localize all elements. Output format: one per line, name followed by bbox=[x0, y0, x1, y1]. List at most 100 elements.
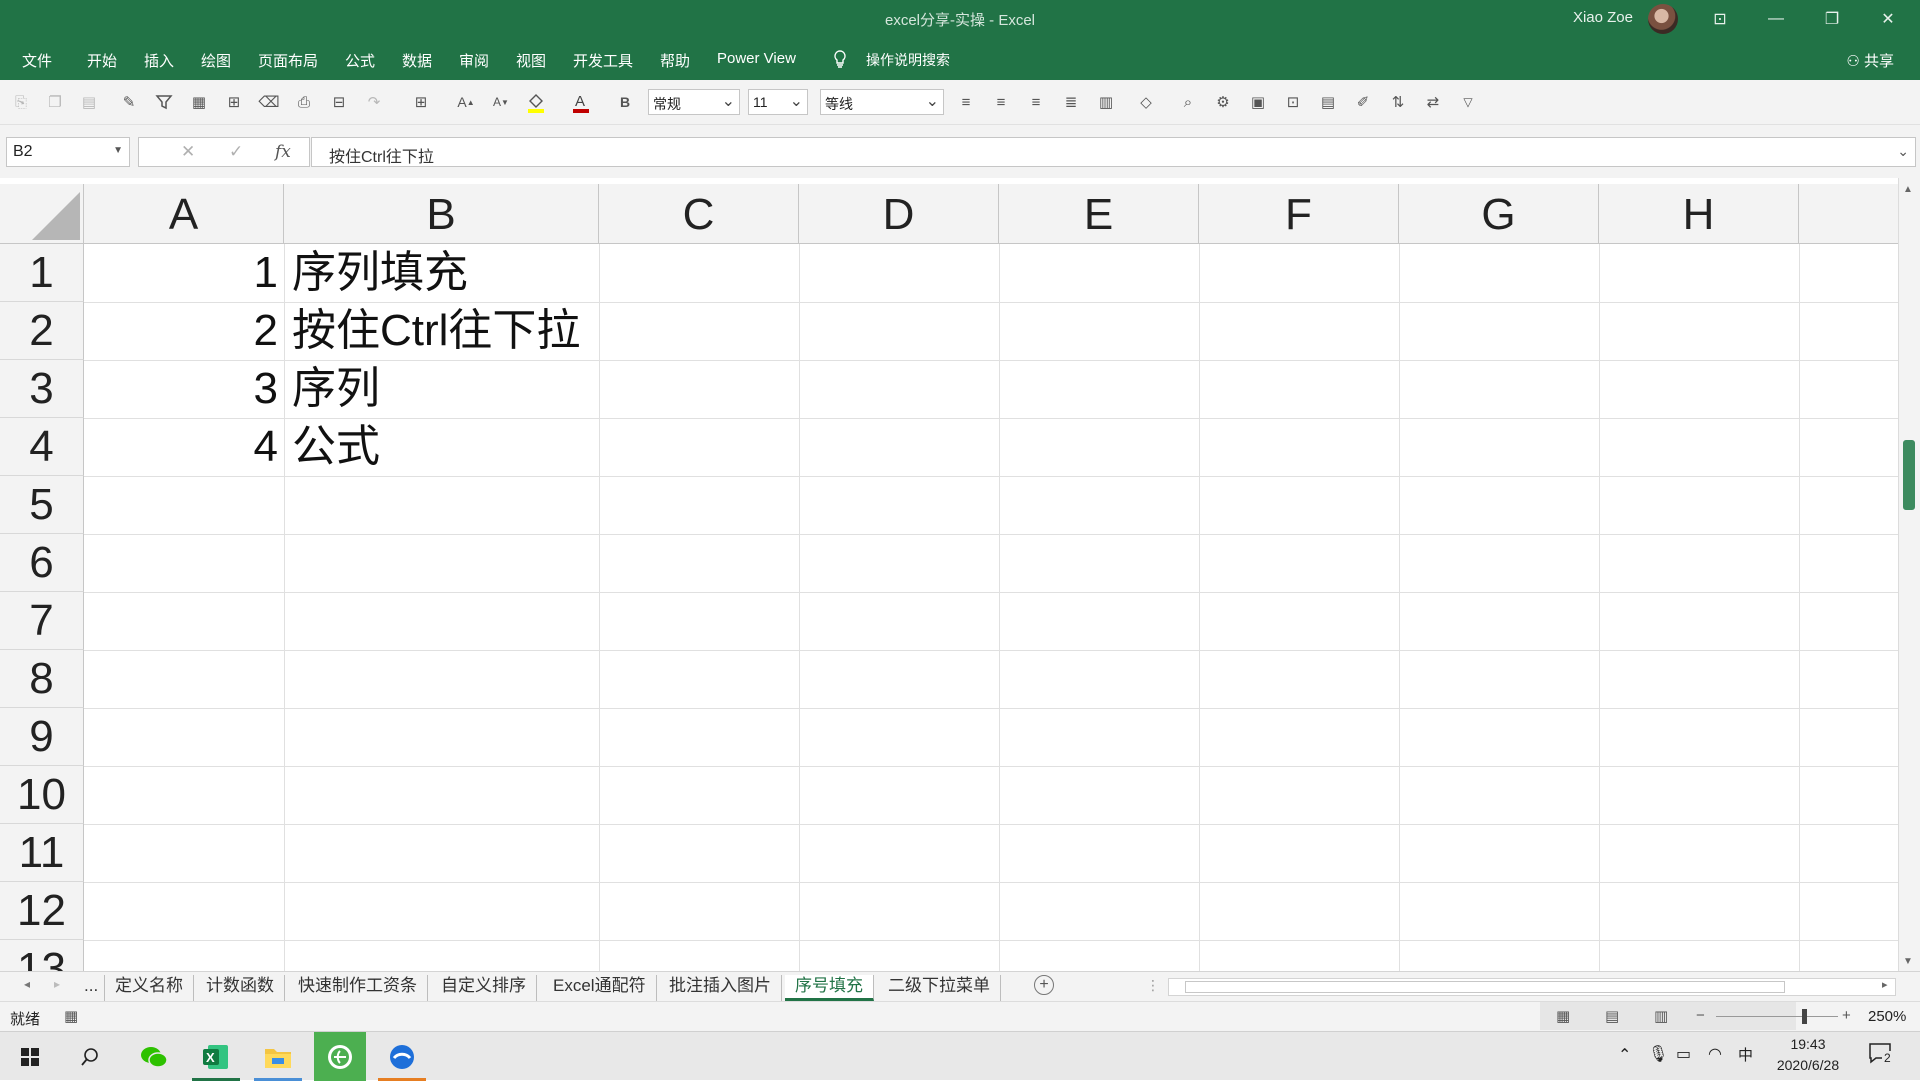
row-header-12[interactable]: 12 bbox=[0, 882, 84, 940]
tab-formulas[interactable]: 公式 bbox=[345, 50, 375, 71]
cell-b3[interactable]: 序列 bbox=[292, 360, 380, 418]
file-explorer-icon[interactable] bbox=[252, 1032, 304, 1081]
print-icon[interactable]: ⎙ bbox=[293, 91, 315, 113]
column-header-c[interactable]: C bbox=[599, 184, 799, 244]
avatar[interactable] bbox=[1648, 4, 1678, 34]
row-header-3[interactable]: 3 bbox=[0, 360, 84, 418]
tab-page-layout[interactable]: 页面布局 bbox=[258, 50, 318, 71]
copy-icon[interactable]: ❐ bbox=[44, 91, 66, 113]
sheet-tab-active[interactable]: 序号填充 bbox=[785, 975, 874, 1001]
edit-icon[interactable]: ✐ bbox=[1352, 91, 1374, 113]
close-icon[interactable]: ✕ bbox=[1860, 0, 1916, 38]
sheet-tab[interactable]: Excel通配符 bbox=[543, 975, 657, 1001]
fill-color-icon[interactable] bbox=[525, 91, 547, 113]
data-validation-icon[interactable]: ▣ bbox=[1247, 91, 1269, 113]
number-format-dropdown[interactable]: 常规 ⌄ bbox=[648, 89, 740, 115]
minimize-icon[interactable]: — bbox=[1748, 0, 1804, 38]
restore-icon[interactable]: ❐ bbox=[1804, 0, 1860, 38]
row-header-13[interactable]: 13 bbox=[0, 940, 84, 971]
browser-360-icon[interactable] bbox=[314, 1032, 366, 1081]
column-header-e[interactable]: E bbox=[999, 184, 1199, 244]
horizontal-scroll-thumb[interactable] bbox=[1185, 981, 1785, 993]
increase-font-icon[interactable]: A ▲ bbox=[455, 91, 477, 113]
vertical-scrollbar[interactable]: ▲ ▼ bbox=[1898, 178, 1920, 971]
row-header-9[interactable]: 9 bbox=[0, 708, 84, 766]
zoom-slider-thumb[interactable] bbox=[1802, 1009, 1807, 1024]
borders-icon[interactable]: ⊞ bbox=[410, 91, 432, 113]
windows-start-icon[interactable] bbox=[4, 1032, 56, 1081]
tell-me-search[interactable]: 操作说明搜索 bbox=[866, 50, 950, 70]
sheet-tab[interactable]: 二级下拉菜单 bbox=[878, 975, 1001, 1001]
sheet-tab[interactable]: 计数函数 bbox=[196, 975, 285, 1001]
row-header-6[interactable]: 6 bbox=[0, 534, 84, 592]
lightbulb-icon[interactable] bbox=[832, 50, 848, 72]
column-header-a[interactable]: A bbox=[84, 184, 284, 244]
tab-file[interactable]: 文件 bbox=[22, 50, 52, 71]
customize-toolbar-icon[interactable]: ▽ bbox=[1457, 91, 1479, 113]
scroll-thumb[interactable] bbox=[1903, 440, 1915, 510]
scroll-up-icon[interactable]: ▲ bbox=[1903, 184, 1913, 195]
formula-input[interactable]: 按住Ctrl往下拉 ⌄ bbox=[311, 137, 1916, 167]
zoom-slider-track[interactable] bbox=[1716, 1016, 1838, 1017]
cancel-icon[interactable]: ✕ bbox=[181, 142, 195, 162]
sheet-tab[interactable]: 定义名称 bbox=[104, 975, 194, 1001]
tab-review[interactable]: 审阅 bbox=[459, 50, 489, 71]
filter-icon[interactable] bbox=[153, 91, 175, 113]
row-header-2[interactable]: 2 bbox=[0, 302, 84, 360]
column-header-i[interactable] bbox=[1799, 184, 1898, 244]
cell-a4[interactable]: 4 bbox=[84, 418, 278, 476]
cell-a1[interactable]: 1 bbox=[84, 244, 278, 302]
prev-sheet-icon[interactable]: ◂ bbox=[24, 977, 30, 991]
page-layout-view-icon[interactable]: ▤ bbox=[1605, 1007, 1619, 1025]
microphone-icon[interactable]: 🎙 bbox=[1648, 1044, 1668, 1064]
conditional-format-icon[interactable]: ▥ bbox=[1095, 91, 1117, 113]
cell-a2[interactable]: 2 bbox=[84, 302, 278, 360]
font-color-icon[interactable]: A bbox=[570, 91, 592, 113]
redo-icon[interactable]: ↷ bbox=[363, 91, 385, 113]
cell-b1[interactable]: 序列填充 bbox=[292, 244, 468, 302]
cell-a3[interactable]: 3 bbox=[84, 360, 278, 418]
format-painter-icon[interactable]: ✎ bbox=[118, 91, 140, 113]
table-icon[interactable]: ⊞ bbox=[223, 91, 245, 113]
find-icon[interactable]: ⌕ bbox=[1177, 91, 1199, 113]
zoom-in-button[interactable]: + bbox=[1842, 1007, 1851, 1024]
tab-home[interactable]: 开始 bbox=[87, 50, 117, 71]
tab-data[interactable]: 数据 bbox=[402, 50, 432, 71]
decrease-font-icon[interactable]: A ▼ bbox=[490, 91, 512, 113]
scroll-right-icon[interactable]: ▸ bbox=[1882, 978, 1888, 991]
select-all-button[interactable] bbox=[0, 184, 84, 244]
notification-center-icon[interactable]: 2 bbox=[1868, 1042, 1898, 1068]
next-sheet-icon[interactable]: ▸ bbox=[54, 977, 60, 991]
name-box[interactable]: B2 ▼ bbox=[6, 137, 130, 167]
row-header-4[interactable]: 4 bbox=[0, 418, 84, 476]
wifi-icon[interactable]: ◠ bbox=[1708, 1044, 1722, 1064]
row-header-1[interactable]: 1 bbox=[0, 244, 84, 302]
column-header-h[interactable]: H bbox=[1599, 184, 1799, 244]
row-header-11[interactable]: 11 bbox=[0, 824, 84, 882]
macro-record-icon[interactable]: ▦ bbox=[64, 1007, 78, 1025]
column-header-b[interactable]: B bbox=[284, 184, 599, 244]
battery-icon[interactable]: ▭ bbox=[1676, 1044, 1691, 1064]
align-left-icon[interactable]: ≡ bbox=[955, 91, 977, 113]
font-size-dropdown[interactable]: 11 ⌄ bbox=[748, 89, 808, 115]
column-header-f[interactable]: F bbox=[1199, 184, 1399, 244]
normal-view-icon[interactable]: ▦ bbox=[1556, 1007, 1570, 1025]
chevron-down-icon[interactable]: ⌄ bbox=[1897, 143, 1909, 160]
page-break-view-icon[interactable]: ▥ bbox=[1654, 1007, 1668, 1025]
row-header-8[interactable]: 8 bbox=[0, 650, 84, 708]
input-method-icon[interactable]: 中 bbox=[1738, 1044, 1753, 1065]
add-sheet-icon[interactable]: + bbox=[1034, 975, 1054, 995]
ribbon-display-icon[interactable]: ⊡ bbox=[1692, 0, 1748, 38]
merge-cells-icon[interactable]: ⊟ bbox=[328, 91, 350, 113]
wechat-icon[interactable] bbox=[128, 1032, 180, 1081]
paste-icon[interactable]: ⎘ bbox=[10, 91, 32, 113]
row-header-10[interactable]: 10 bbox=[0, 766, 84, 824]
cell-b2[interactable]: 按住Ctrl往下拉 bbox=[292, 302, 580, 360]
search-icon[interactable] bbox=[64, 1032, 116, 1081]
chevron-up-icon[interactable]: ⌃ bbox=[1618, 1045, 1631, 1065]
shapes-icon[interactable]: ◇ bbox=[1135, 91, 1157, 113]
excel-icon[interactable]: X bbox=[190, 1032, 242, 1081]
clock-date[interactable]: 2020/6/28 bbox=[1768, 1057, 1848, 1073]
sheet-tab[interactable]: 批注插入图片 bbox=[659, 975, 782, 1001]
align-right-icon[interactable]: ≡ bbox=[1025, 91, 1047, 113]
